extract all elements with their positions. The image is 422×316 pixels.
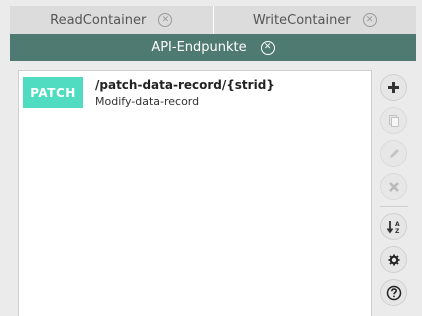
help-icon [386, 285, 401, 300]
svg-text:Z: Z [395, 228, 400, 235]
copy-button[interactable] [380, 107, 407, 134]
settings-button[interactable] [380, 246, 407, 273]
plus-icon [388, 82, 399, 93]
close-icon[interactable]: ✕ [158, 13, 173, 27]
toolbar: A Z [378, 70, 410, 316]
gear-icon [388, 254, 399, 265]
endpoint-info: /patch-data-record/{strid} Modify-data-r… [95, 78, 275, 108]
sort-az-icon: A Z [386, 220, 400, 235]
edit-button[interactable] [380, 140, 407, 167]
close-icon[interactable]: ✕ [362, 13, 377, 27]
delete-button[interactable] [380, 173, 407, 200]
x-icon [388, 181, 399, 192]
copy-icon [388, 114, 399, 127]
endpoint-item[interactable]: PATCH /patch-data-record/{strid} Modify-… [23, 77, 367, 111]
tab-api-endpunkte[interactable]: API-Endpunkte ✕ [10, 34, 416, 61]
endpoint-description: Modify-data-record [95, 95, 200, 108]
add-button[interactable] [380, 74, 407, 101]
close-icon[interactable]: ✕ [260, 40, 275, 55]
svg-text:A: A [395, 221, 400, 228]
pencil-icon [389, 148, 399, 158]
help-button[interactable] [380, 279, 407, 306]
sort-button[interactable]: A Z [380, 213, 407, 240]
toolbar-divider [380, 206, 408, 207]
tab-label: ReadContainer [50, 12, 147, 28]
method-badge: PATCH [23, 77, 83, 108]
endpoint-list: PATCH /patch-data-record/{strid} Modify-… [18, 70, 372, 316]
tab-writecontainer[interactable]: WriteContainer ✕ [213, 6, 416, 34]
tab-label: API-Endpunkte [151, 40, 247, 55]
tab-bar: ReadContainer ✕ WriteContainer ✕ [10, 6, 416, 34]
tab-readcontainer[interactable]: ReadContainer ✕ [10, 6, 214, 34]
endpoint-path: /patch-data-record/{strid} [95, 78, 275, 92]
tab-label: WriteContainer [252, 12, 351, 28]
